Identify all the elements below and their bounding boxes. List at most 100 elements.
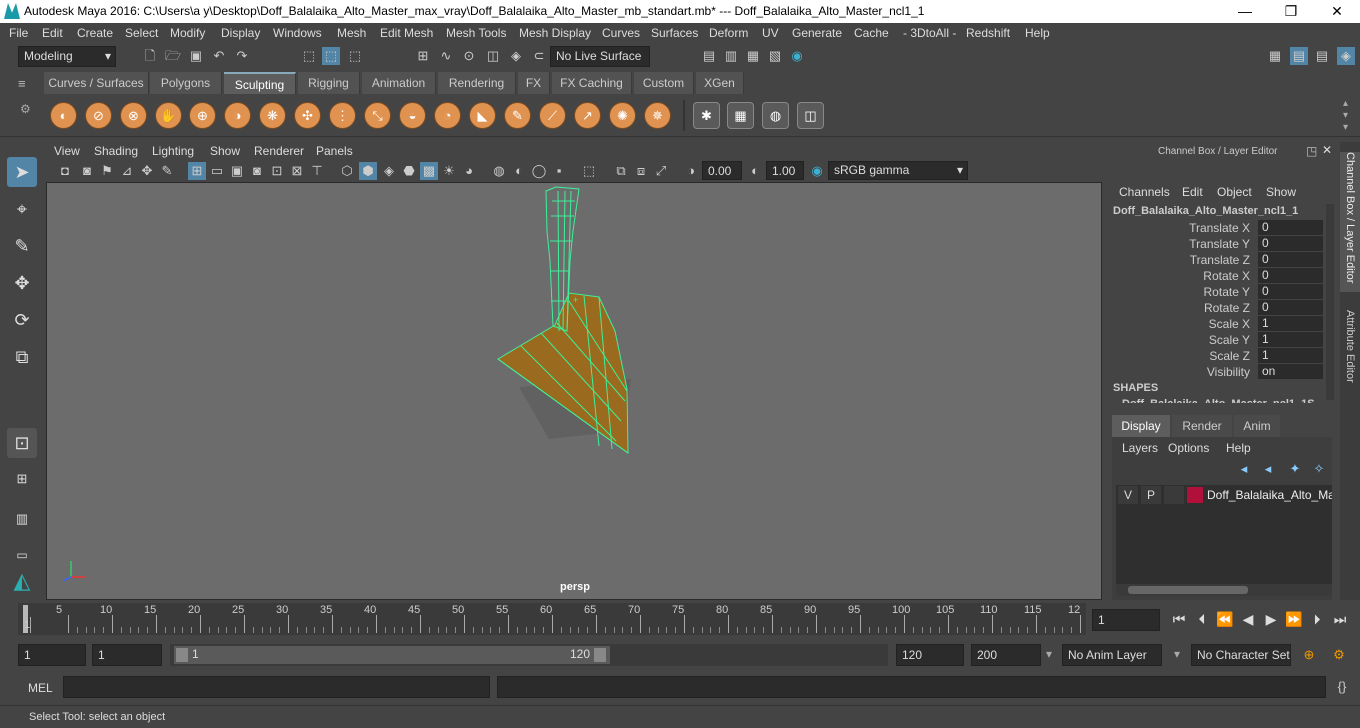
amplify-tool-icon[interactable]: ✺ [609,102,636,129]
cb-menu-object[interactable]: Object [1217,185,1252,199]
color-management-icon[interactable]: ◉ [808,162,826,180]
close-button[interactable]: ✕ [1314,0,1360,23]
pinch-tool-icon[interactable]: ⊕ [189,102,216,129]
layer-row[interactable]: V P Doff_Balalaika_Alto_Mas [1118,486,1332,504]
bulge-tool-icon[interactable]: ↗ [574,102,601,129]
channel-rotate-z[interactable]: Rotate Z 0 [1108,300,1333,316]
paint-select-tool-icon[interactable]: ✎ [7,231,37,261]
xray-icon[interactable]: ▩ [420,162,438,180]
smooth-tool-icon[interactable]: ⊘ [85,102,112,129]
animation-start-field[interactable]: 1 [18,644,86,666]
scrollbar-thumb[interactable] [1128,586,1248,594]
select-tool-icon[interactable]: ➤ [7,157,37,187]
anim-layer-field[interactable]: No Anim Layer [1062,644,1162,666]
wireframe-icon[interactable]: ⬡ [338,162,356,180]
playback-end-field[interactable]: 120 [896,644,964,666]
menu-mesh-tools[interactable]: Mesh Tools [446,26,506,40]
safe-title-icon[interactable]: ⊤ [308,162,326,180]
viewport-menu-renderer[interactable]: Renderer [254,144,304,158]
menu-mesh[interactable]: Mesh [337,26,366,40]
select-hierarchy-icon[interactable]: ⬚ [300,47,318,65]
menu-select[interactable]: Select [125,26,158,40]
menu-help[interactable]: Help [1025,26,1050,40]
wax-tool-icon[interactable]: ◒ [399,102,426,129]
viewport-menu-show[interactable]: Show [210,144,240,158]
textured-icon[interactable]: ⬣ [400,162,418,180]
new-layer-icon[interactable]: ✦ [1286,460,1304,478]
channel-value[interactable]: 0 [1258,268,1323,283]
channel-value[interactable]: 1 [1258,348,1323,363]
foamy-tool-icon[interactable]: ❋ [259,102,286,129]
tab-animation[interactable]: Animation [362,72,436,94]
layer-playback-toggle[interactable]: P [1141,486,1161,504]
frame-all-icon[interactable]: ⤢ [652,162,670,180]
float-panel-icon[interactable]: ◳ [1306,144,1317,158]
freeze-tool-icon[interactable]: ✵ [644,102,671,129]
render-frame-icon[interactable]: ▤ [700,47,718,65]
channel-value[interactable]: 0 [1258,236,1323,251]
menu-cache[interactable]: Cache [854,26,889,40]
colorspace-selector[interactable]: sRGB gamma ▾ [828,161,968,180]
channel-box-scrollbar[interactable] [1326,204,1334,400]
minimize-button[interactable]: — [1222,0,1268,23]
render-settings-icon[interactable]: ▧ [766,47,784,65]
viewport-menu-shading[interactable]: Shading [94,144,138,158]
redo-icon[interactable]: ↷ [233,47,251,65]
imprint-tool-icon[interactable]: ⤡ [364,102,391,129]
step-forward-frame-icon[interactable]: ⏵ [1308,611,1326,628]
gate-mask-icon[interactable]: ◙ [248,162,266,180]
channel-translate-z[interactable]: Translate Z 0 [1108,252,1333,268]
channel-scale-z[interactable]: Scale Z 1 [1108,348,1333,364]
sculpt-options-icon[interactable]: ▦ [727,102,754,129]
gamma-field[interactable]: 1.00 [766,161,804,180]
snap-curve-icon[interactable]: ∿ [437,47,455,65]
cb-menu-show[interactable]: Show [1266,185,1296,199]
layer-color-swatch[interactable] [1187,487,1203,503]
chevron-down-icon[interactable]: ▾ [1046,647,1052,661]
channel-value[interactable]: 1 [1258,316,1323,331]
mode-selector[interactable]: Modeling ▾ [18,46,116,67]
xray-joints-icon[interactable]: ⧉ [612,162,630,180]
blend-shape-icon[interactable]: ◍ [762,102,789,129]
shadows-icon[interactable]: ◕ [460,162,478,180]
open-scene-icon[interactable]: 🗁 [164,47,182,65]
shelf-options-gear-icon[interactable]: ⚙ [20,102,31,116]
viewport-menu-lighting[interactable]: Lighting [152,144,194,158]
wireframe-on-shaded-icon[interactable]: ◈ [380,162,398,180]
channel-value[interactable]: 0 [1258,300,1323,315]
2d-pan-icon[interactable]: ✥ [138,162,156,180]
tab-render[interactable]: Render [1172,415,1232,437]
fill-tool-icon[interactable]: ◣ [469,102,496,129]
range-slider-track[interactable]: 1 120 [170,644,888,666]
isolate-select-icon[interactable]: ⬚ [580,162,598,180]
layer-display-type-toggle[interactable] [1164,486,1184,504]
use-all-lights-icon[interactable]: ☀ [440,162,458,180]
close-panel-icon[interactable]: ✕ [1322,143,1332,157]
snap-surface-icon[interactable]: ◈ [507,47,525,65]
exposure-icon[interactable]: ◑ [682,162,700,180]
tab-display[interactable]: Display [1112,415,1170,437]
command-language-label[interactable]: MEL [28,681,53,695]
side-tab-attribute-editor[interactable]: Attribute Editor [1340,310,1360,400]
step-back-key-icon[interactable]: ⏪ [1216,611,1234,628]
tab-polygons[interactable]: Polygons [150,72,222,94]
cb-menu-channels[interactable]: Channels [1119,185,1170,199]
shelf-menu-icon[interactable]: ≡ [18,76,38,94]
repeat-tool-icon[interactable]: ⋮ [329,102,356,129]
grease-pencil-icon[interactable]: ✎ [158,162,176,180]
anti-aliasing-icon[interactable]: ◯ [530,162,548,180]
maximize-button[interactable]: ❐ [1268,0,1314,23]
shapes-item[interactable]: Doff_Balalaika_Alto_Master_ncl1_1S [1122,397,1322,403]
viewport-menu-panels[interactable]: Panels [316,144,353,158]
snap-grid-icon[interactable]: ⊞ [414,47,432,65]
undo-icon[interactable]: ↶ [210,47,228,65]
smear-tool-icon[interactable]: ⟋ [539,102,566,129]
gamma-icon[interactable]: ◐ [746,162,764,180]
channel-rotate-x[interactable]: Rotate X 0 [1108,268,1333,284]
animation-end-field[interactable]: 200 [971,644,1041,666]
grab-tool-icon[interactable]: ✋ [155,102,182,129]
menu-edit-mesh[interactable]: Edit Mesh [380,26,433,40]
channel-value[interactable]: 0 [1258,284,1323,299]
select-component-icon[interactable]: ⬚ [346,47,364,65]
tab-sculpting[interactable]: Sculpting [224,72,296,94]
